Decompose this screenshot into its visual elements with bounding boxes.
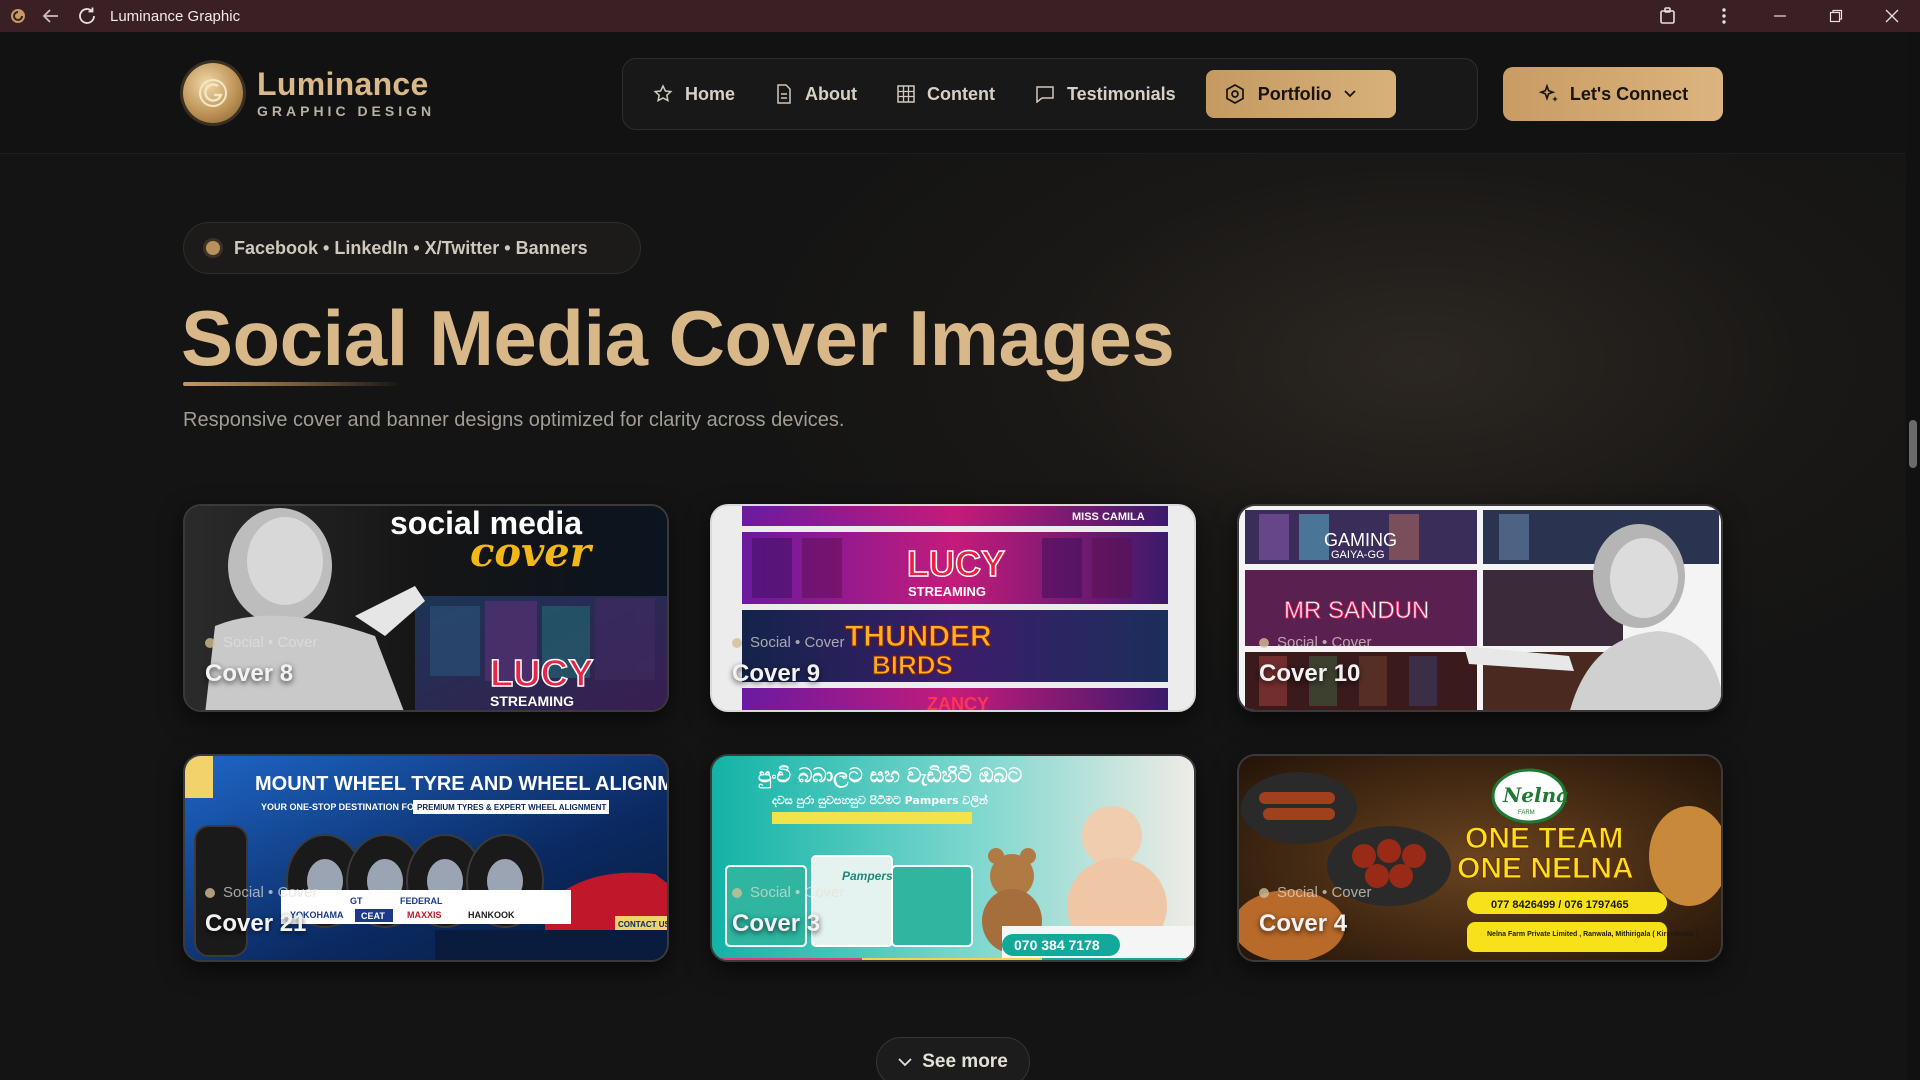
page-title: Social Media Cover Images (181, 294, 1175, 382)
nav-portfolio[interactable]: Portfolio (1205, 70, 1396, 118)
pill-dot (206, 241, 220, 255)
svg-text:ONE NELNA: ONE NELNA (1457, 852, 1634, 885)
chevron-down-icon (1344, 90, 1356, 98)
svg-text:Pampers: Pampers (842, 869, 893, 883)
svg-text:FARM: FARM (1518, 810, 1535, 816)
nav-home-label: Home (685, 83, 736, 104)
menu-dots-icon[interactable] (1696, 0, 1752, 32)
brand-logo[interactable]: Luminance GRAPHIC DESIGN (183, 63, 435, 123)
card-title: Cover 3 (732, 910, 821, 937)
lets-connect-label: Let's Connect (1569, 83, 1689, 104)
platform-pill: Facebook • LinkedIn • X/Twitter • Banner… (183, 222, 641, 274)
card-title: Cover 8 (205, 660, 294, 687)
svg-text:CEAT: CEAT (361, 911, 385, 921)
document-icon (777, 84, 791, 104)
lets-connect-button[interactable]: Let's Connect (1503, 67, 1723, 121)
reload-icon[interactable] (74, 3, 100, 29)
card-meta: Social • Cover (732, 634, 844, 651)
chevron-down-icon (898, 1057, 912, 1066)
svg-text:Nelna Farm Private Limited , R: Nelna Farm Private Limited , Ranwala, Mi… (1487, 931, 1698, 938)
card-title: Cover 21 (205, 910, 307, 937)
nav-about[interactable]: About (759, 70, 873, 118)
svg-text:ONE TEAM: ONE TEAM (1465, 822, 1623, 855)
svg-text:STREAMING: STREAMING (490, 693, 574, 709)
see-more-button[interactable]: See more (876, 1037, 1030, 1080)
minimize-icon[interactable] (1752, 0, 1808, 32)
chat-icon (1036, 86, 1054, 103)
svg-text:PREMIUM TYRES & EXPERT WHEEL A: PREMIUM TYRES & EXPERT WHEEL ALIGNMENT (417, 803, 606, 812)
card-title: Cover 9 (732, 660, 821, 687)
card-meta: Social • Cover (205, 884, 317, 901)
site-header: Luminance GRAPHIC DESIGN Home About Cont… (0, 32, 1906, 154)
svg-text:MISS CAMILA: MISS CAMILA (1072, 511, 1145, 523)
card-meta: Social • Cover (1259, 884, 1371, 901)
back-arrow-icon[interactable] (38, 3, 64, 29)
svg-text:cover: cover (470, 529, 594, 576)
svg-text:FEDERAL: FEDERAL (400, 896, 443, 906)
svg-text:MR SANDUN: MR SANDUN (1284, 597, 1429, 624)
svg-text:YOUR ONE-STOP DESTINATION FOR: YOUR ONE-STOP DESTINATION FOR (261, 802, 421, 812)
star-icon (653, 84, 673, 103)
nav-about-label: About (805, 83, 857, 104)
close-icon[interactable] (1864, 0, 1920, 32)
svg-text:LUCY: LUCY (490, 653, 593, 695)
svg-text:HANKOOK: HANKOOK (468, 910, 515, 920)
app-icon (8, 6, 28, 26)
svg-text:GT: GT (350, 896, 363, 906)
nav-home[interactable]: Home (637, 70, 751, 118)
svg-text:THUNDER: THUNDER (845, 620, 992, 653)
page-scrollbar[interactable] (1906, 32, 1920, 1080)
card-title: Cover 4 (1259, 910, 1348, 937)
page-subtitle: Responsive cover and banner designs opti… (183, 409, 845, 431)
cover-card-3[interactable]: පුංචි බබාලට සහ වැඩිහිටි ඔබට දවස පුරා සුව… (710, 754, 1196, 962)
window-title: Luminance Graphic (110, 7, 241, 25)
card-meta: Social • Cover (1259, 634, 1371, 651)
portfolio-icon (1225, 84, 1244, 104)
svg-text:ZANCY: ZANCY (927, 694, 989, 712)
svg-text:GAIYA-GG: GAIYA-GG (1331, 549, 1385, 561)
nav-content[interactable]: Content (881, 70, 1011, 118)
brand-tagline: GRAPHIC DESIGN (257, 103, 436, 119)
page: Luminance GRAPHIC DESIGN Home About Cont… (0, 32, 1906, 1080)
scrollbar-thumb[interactable] (1909, 420, 1917, 468)
cover-card-4[interactable]: Nelna FARM ONE TEAM ONE NELNA 077 842649… (1237, 754, 1723, 962)
extensions-icon[interactable] (1640, 0, 1696, 32)
nav-testimonials[interactable]: Testimonials (1019, 70, 1192, 118)
logo-icon (183, 63, 243, 123)
svg-text:MOUNT WHEEL TYRE AND WHEEL ALI: MOUNT WHEEL TYRE AND WHEEL ALIGNMENT (255, 773, 669, 795)
svg-text:LUCY: LUCY (907, 543, 1005, 584)
grid-icon (897, 85, 915, 103)
svg-text:MAXXIS: MAXXIS (407, 910, 442, 920)
pill-text: Facebook • LinkedIn • X/Twitter • Banner… (234, 237, 588, 258)
svg-text:GAMING: GAMING (1324, 530, 1397, 550)
svg-text:BIRDS: BIRDS (872, 650, 953, 680)
cover-card-8[interactable]: social media cover LUCY STREAMING Social… (183, 504, 669, 712)
restore-icon[interactable] (1808, 0, 1864, 32)
svg-text:077 8426499 / 076 1797465: 077 8426499 / 076 1797465 (1491, 899, 1629, 911)
svg-text:STREAMING: STREAMING (908, 584, 986, 599)
see-more-label: See more (922, 1051, 1008, 1072)
nav-portfolio-label: Portfolio (1257, 83, 1332, 104)
nav-testimonials-label: Testimonials (1066, 83, 1176, 104)
svg-text:දවස පුරා සුවපහසුව පිටිමට Pampe: දවස පුරා සුවපහසුව පිටිමට Pampers වලින් (772, 793, 988, 809)
title-underline (183, 382, 403, 386)
main-nav: Home About Content Testimonials Portfoli… (622, 58, 1478, 130)
cover-card-9[interactable]: MISS CAMILA LUCY STREAMING THUNDER BIRDS… (710, 504, 1196, 712)
card-meta: Social • Cover (732, 884, 844, 901)
sparkle-icon (1538, 83, 1558, 102)
cover-card-21[interactable]: MOUNT WHEEL TYRE AND WHEEL ALIGNMENT YOU… (183, 754, 669, 962)
svg-text:070 384 7178: 070 384 7178 (1014, 937, 1100, 953)
brand-name: Luminance (257, 66, 429, 102)
card-title: Cover 10 (1259, 660, 1361, 687)
nav-content-label: Content (927, 83, 995, 104)
card-meta: Social • Cover (205, 634, 317, 651)
cover-card-10[interactable]: GAMING GAIYA-GG MR SANDUN Social • Cover… (1237, 504, 1723, 712)
svg-text:CONTACT US: CONTACT US (618, 920, 669, 929)
browser-titlebar: Luminance Graphic (0, 0, 1920, 32)
svg-text:Nelna: Nelna (1502, 783, 1569, 807)
svg-text:පුංචි බබාලට සහ වැඩිහිටි ඔබට: පුංචි බබාලට සහ වැඩිහිටි ඔබට (758, 763, 1023, 790)
